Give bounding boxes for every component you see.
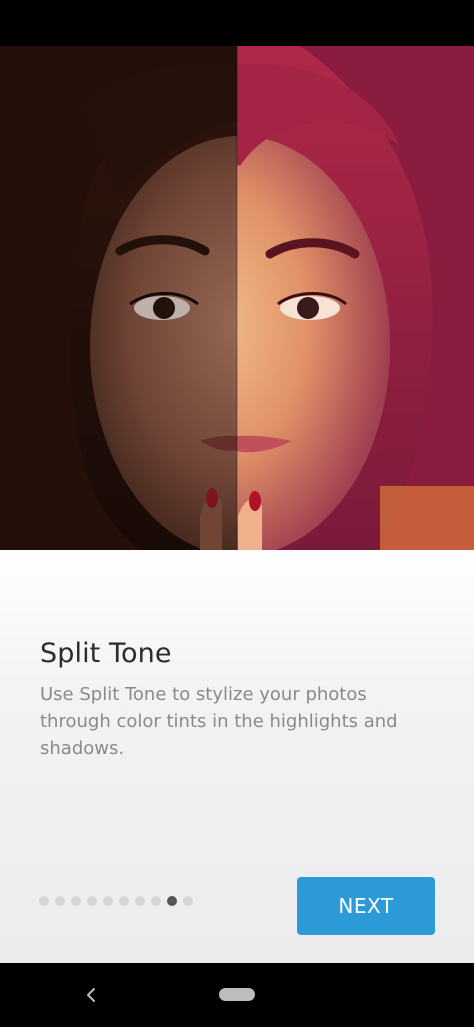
page-dot — [39, 896, 49, 906]
feature-description: Use Split Tone to stylize your photos th… — [40, 684, 398, 759]
page-dot — [87, 896, 97, 906]
page-dot — [71, 896, 81, 906]
page-dot — [151, 896, 161, 906]
page-dot — [55, 896, 65, 906]
feature-title: Split Tone — [40, 638, 172, 669]
onboarding-card: Split Tone Use Split Tone to stylize you… — [0, 550, 474, 963]
page-dot-active — [167, 896, 177, 906]
system-navigation-bar — [0, 963, 474, 1027]
next-button[interactable]: NEXT — [297, 877, 435, 935]
page-dot — [119, 896, 129, 906]
page-dot — [103, 896, 113, 906]
page-dot — [135, 896, 145, 906]
page-dot — [183, 896, 193, 906]
status-bar — [0, 0, 474, 46]
back-chevron-icon[interactable] — [82, 985, 102, 1005]
home-pill-icon[interactable] — [219, 988, 255, 1001]
page-indicator — [39, 896, 193, 906]
split-tone-preview-image — [0, 46, 474, 550]
